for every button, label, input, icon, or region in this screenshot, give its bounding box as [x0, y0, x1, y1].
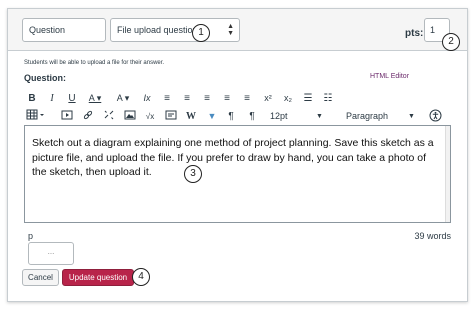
subscript-button[interactable]: x₂	[281, 91, 295, 106]
media-icon[interactable]	[60, 109, 74, 124]
clear-formatting-button[interactable]: Ix	[140, 91, 154, 106]
points-label: pts:	[405, 28, 424, 39]
numbered-list-button[interactable]: ☷	[322, 91, 334, 106]
outdent-button[interactable]: ≡	[241, 91, 253, 106]
question-type-select[interactable]: File upload question ▲ ▼	[110, 18, 240, 42]
italic-button[interactable]: I	[46, 91, 58, 106]
cancel-button[interactable]: Cancel	[22, 269, 59, 286]
office-word-icon[interactable]: W	[184, 109, 198, 124]
paragraph-select[interactable]: Paragraph ▼	[346, 109, 418, 124]
rtl-pilcrow-icon[interactable]: ¶	[244, 109, 260, 124]
bullet-list-button[interactable]: ☰	[302, 91, 314, 106]
question-editor-panel: Question File upload question ▲ ▼ 1 pts: …	[7, 8, 468, 302]
table-icon[interactable]	[26, 109, 46, 124]
editor-toolbar-row-1: B I U A ▾ A ▾ Ix ≡ ≡ ≡ ≡ ≡ x² x₂ ☰ ☷	[24, 91, 454, 106]
callout-4: 4	[132, 268, 150, 286]
bold-button[interactable]: B	[26, 91, 38, 106]
question-text-editor[interactable]: Sketch out a diagram explaining one meth…	[24, 125, 451, 223]
update-question-button[interactable]: Update question	[62, 269, 134, 286]
accessibility-icon[interactable]	[428, 109, 442, 124]
callout-3: 3	[184, 165, 202, 183]
background-color-button[interactable]: A ▾	[112, 91, 134, 106]
element-path: p	[28, 231, 34, 241]
chevron-down-icon: ▼	[408, 113, 415, 120]
chevron-down-icon: ▼	[316, 113, 323, 120]
word-count: 39 words	[414, 231, 451, 241]
question-name-input[interactable]: Question	[22, 18, 106, 42]
font-color-button[interactable]: A ▾	[84, 91, 106, 106]
media-embed-icon[interactable]	[164, 109, 178, 124]
align-left-button[interactable]: ≡	[161, 91, 173, 106]
align-right-button[interactable]: ≡	[201, 91, 213, 106]
indent-button[interactable]: ≡	[221, 91, 233, 106]
unlink-icon[interactable]	[102, 109, 116, 124]
select-arrows-icon: ▲ ▼	[227, 23, 234, 37]
upload-note: Students will be able to upload a file f…	[24, 60, 165, 66]
align-center-button[interactable]: ≡	[181, 91, 193, 106]
image-icon[interactable]	[123, 109, 137, 124]
dropdown-triangle-icon[interactable]: ▼	[205, 109, 219, 124]
link-icon[interactable]	[81, 109, 95, 124]
underline-button[interactable]: U	[66, 91, 78, 106]
html-editor-link[interactable]: HTML Editor	[370, 73, 409, 80]
editor-toolbar-row-2: √x W ▼ ¶ ¶ 12pt ▼ Paragraph ▼	[24, 109, 454, 124]
answer-placeholder-box: ...	[28, 242, 74, 265]
editor-scrollbar[interactable]	[445, 126, 450, 222]
paragraph-value: Paragraph	[346, 111, 389, 121]
question-header: Question File upload question ▲ ▼ 1 pts: …	[8, 9, 467, 51]
superscript-button[interactable]: x²	[261, 91, 275, 106]
ltr-pilcrow-icon[interactable]: ¶	[225, 109, 237, 124]
font-size-select[interactable]: 12pt ▼	[270, 109, 324, 124]
callout-2: 2	[442, 33, 460, 51]
equation-icon[interactable]: √x	[143, 109, 157, 124]
question-type-value: File upload question	[117, 25, 198, 35]
question-label: Question:	[24, 73, 66, 83]
font-size-value: 12pt	[270, 111, 288, 121]
callout-1: 1	[192, 24, 210, 42]
editor-content: Sketch out a diagram explaining one meth…	[32, 137, 434, 178]
